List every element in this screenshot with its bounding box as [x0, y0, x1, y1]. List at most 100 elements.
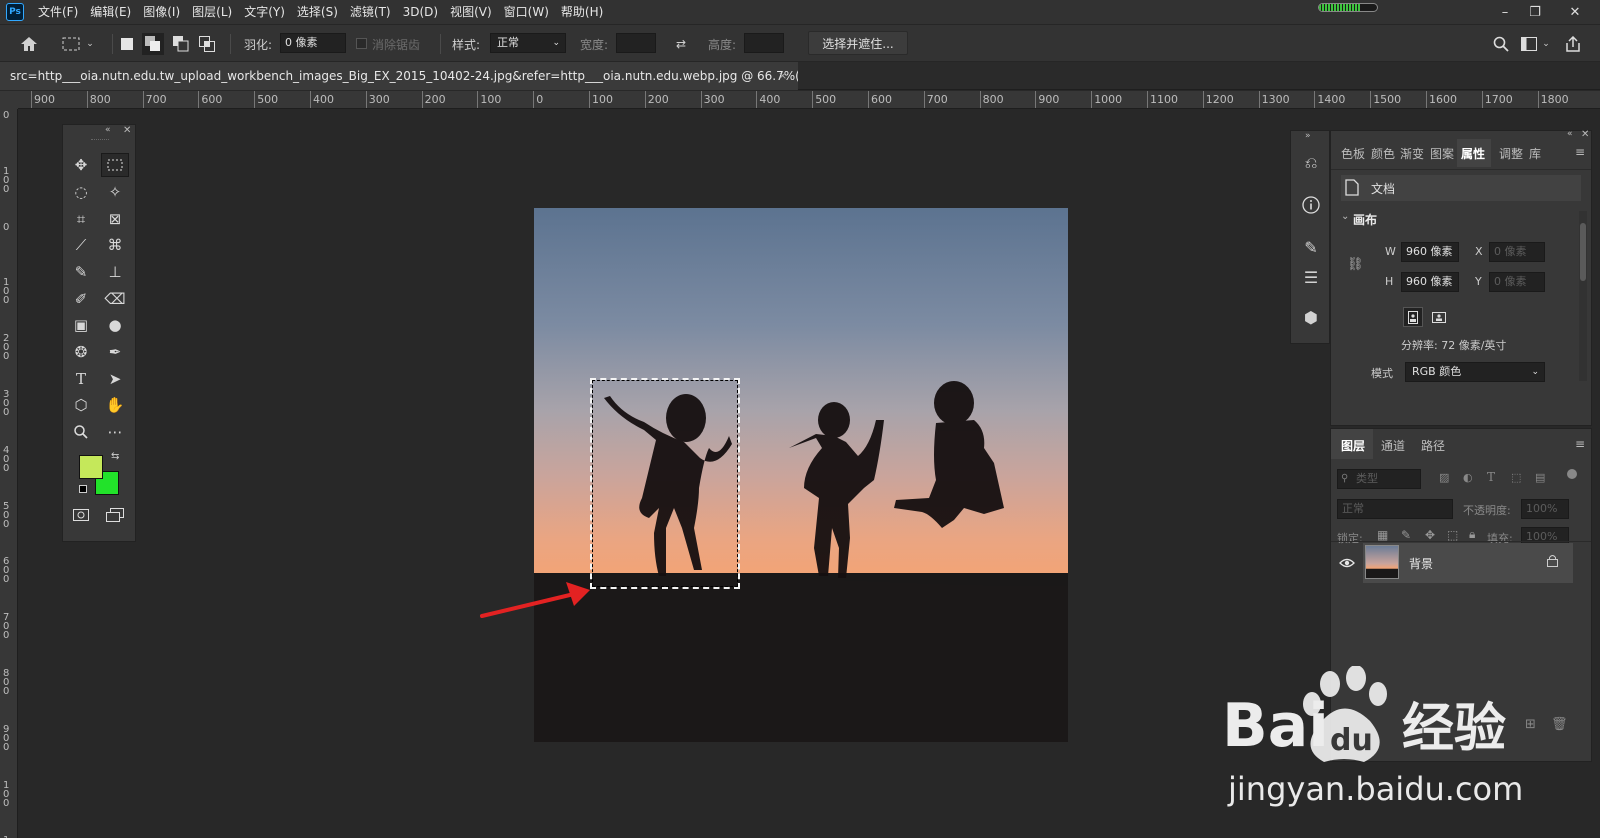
width-input[interactable] — [616, 33, 656, 53]
tab-swatches[interactable]: 色板 — [1341, 145, 1365, 162]
y-field[interactable]: 0 像素 — [1489, 272, 1545, 292]
height-field[interactable]: 960 像素 — [1401, 272, 1459, 292]
filter-pixel-icon[interactable]: ▨ — [1439, 471, 1449, 484]
lasso-tool-icon[interactable]: ◌ — [67, 180, 95, 204]
close-panel-icon[interactable]: ✕ — [1581, 129, 1589, 140]
lock-pixels-icon[interactable]: ✎ — [1401, 528, 1411, 542]
subtract-selection-icon[interactable] — [170, 33, 192, 55]
rect-marquee-icon[interactable] — [60, 33, 82, 55]
antialias-checkbox[interactable] — [356, 38, 367, 49]
panel-menu-icon[interactable]: ≡ — [1575, 437, 1585, 451]
menu-select[interactable]: 选择(S) — [291, 0, 344, 24]
x-field[interactable]: 0 像素 — [1489, 242, 1545, 262]
chevron-down-icon[interactable]: ⌄ — [1540, 33, 1552, 55]
swap-icon[interactable]: ⇄ — [670, 33, 692, 55]
menu-layer[interactable]: 图层(L) — [186, 0, 238, 24]
menu-type[interactable]: 文字(Y) — [238, 0, 291, 24]
filter-type-icon[interactable]: T — [1487, 470, 1495, 484]
menu-image[interactable]: 图像(I) — [137, 0, 186, 24]
close-panel-icon[interactable]: ✕ — [123, 125, 131, 136]
landscape-orientation-icon[interactable] — [1429, 307, 1449, 327]
dodge-tool-icon[interactable]: ❂ — [67, 340, 95, 364]
pen-tool-icon[interactable]: ✒ — [101, 340, 129, 364]
tab-channels[interactable]: 通道 — [1381, 437, 1405, 454]
home-icon[interactable] — [18, 33, 40, 55]
frame-tool-icon[interactable]: ⊠ — [101, 207, 129, 231]
menu-filter[interactable]: 滤镜(T) — [344, 0, 397, 24]
quick-mask-icon[interactable] — [67, 503, 95, 527]
minimize-icon[interactable]: – — [1490, 0, 1520, 24]
more-tools-icon[interactable]: ⋯ — [101, 420, 129, 444]
lock-all-icon[interactable]: 🔒︎ — [1469, 527, 1475, 542]
hand-tool-icon[interactable]: ✋ — [101, 393, 129, 417]
width-field[interactable]: 960 像素 — [1401, 242, 1459, 262]
eraser-tool-icon[interactable]: ⌫ — [101, 287, 129, 311]
blur-tool-icon[interactable]: ● — [101, 313, 129, 337]
intersect-selection-icon[interactable] — [196, 33, 218, 55]
healing-brush-tool-icon[interactable]: ⌘ — [101, 233, 129, 257]
style-select[interactable]: 正常 ⌄ — [490, 33, 566, 53]
height-input[interactable] — [744, 33, 784, 53]
opacity-field[interactable]: 100% — [1521, 499, 1569, 519]
chevron-down-icon[interactable]: ⌄ — [84, 33, 96, 55]
filter-shape-icon[interactable]: ⬚ — [1511, 471, 1521, 484]
lock-transparent-icon[interactable]: ▦ — [1377, 528, 1388, 542]
add-selection-icon[interactable] — [142, 33, 164, 55]
filter-toggle-icon[interactable] — [1567, 469, 1577, 479]
tab-color[interactable]: 颜色 — [1371, 145, 1395, 162]
menu-edit[interactable]: 编辑(E) — [84, 0, 137, 24]
gradient-tool-icon[interactable]: ▣ — [67, 313, 95, 337]
zoom-tool-icon[interactable] — [67, 420, 95, 444]
collapse-panel-icon[interactable]: « — [1567, 129, 1573, 139]
tab-properties[interactable]: 属性 — [1461, 145, 1485, 162]
portrait-orientation-icon[interactable] — [1403, 307, 1423, 327]
layer-filter-select[interactable]: 类型 — [1337, 469, 1421, 489]
close-tab-icon[interactable]: × — [778, 69, 787, 82]
lock-artboard-icon[interactable]: ⬚ — [1447, 528, 1458, 542]
chevron-down-icon[interactable]: ⌄ — [1341, 211, 1349, 222]
collapse-panel-icon[interactable]: « — [105, 125, 111, 135]
rect-marquee-tool-icon[interactable] — [101, 153, 129, 177]
tab-patterns[interactable]: 图案 — [1430, 145, 1454, 162]
menu-3d[interactable]: 3D(D) — [397, 0, 444, 24]
layer-row-background[interactable]: 背景 — [1363, 543, 1573, 583]
menu-view[interactable]: 视图(V) — [444, 0, 498, 24]
select-and-mask-button[interactable]: 选择并遮住... — [808, 31, 908, 55]
feather-input[interactable]: 0 像素 — [280, 33, 346, 53]
tab-libraries[interactable]: 库 — [1529, 145, 1541, 162]
3d-cube-icon[interactable]: ⬢ — [1297, 303, 1325, 331]
magic-wand-tool-icon[interactable]: ✧ — [101, 180, 129, 204]
move-tool-icon[interactable]: ✥ — [67, 153, 95, 177]
panel-menu-icon[interactable]: ≡ — [1575, 145, 1585, 159]
type-tool-icon[interactable]: T — [67, 367, 95, 391]
expand-panels-icon[interactable]: » — [1305, 131, 1311, 141]
search-icon[interactable] — [1490, 33, 1512, 55]
tab-gradients[interactable]: 渐变 — [1400, 145, 1424, 162]
screen-mode-icon[interactable] — [101, 503, 129, 527]
crop-tool-icon[interactable]: ⌗ — [67, 207, 95, 231]
brush-tool-icon[interactable]: ✎ — [67, 260, 95, 284]
path-selection-tool-icon[interactable]: ➤ — [101, 367, 129, 391]
close-icon[interactable]: ✕ — [1560, 0, 1590, 24]
brush-settings-icon[interactable]: ✎ — [1297, 233, 1325, 261]
blend-mode-select[interactable]: 正常 — [1337, 499, 1453, 519]
filter-smart-object-icon[interactable]: ▤ — [1535, 471, 1545, 484]
workspace-icon[interactable] — [1518, 33, 1540, 55]
tab-layers[interactable]: 图层 — [1341, 437, 1365, 454]
delete-layer-icon[interactable]: 🗑︎ — [1551, 717, 1568, 732]
selection-marquee[interactable] — [590, 378, 740, 589]
shape-tool-icon[interactable]: ⬡ — [67, 393, 95, 417]
info-icon[interactable] — [1297, 191, 1325, 219]
tab-adjustments[interactable]: 调整 — [1499, 145, 1523, 162]
filter-adjustment-icon[interactable]: ◐ — [1463, 471, 1473, 484]
link-chain-icon[interactable]: ⛓ — [1347, 257, 1364, 272]
stamp-tool-icon[interactable]: ⊥ — [101, 260, 129, 284]
menu-help[interactable]: 帮助(H) — [555, 0, 609, 24]
default-colors-icon[interactable] — [79, 485, 87, 493]
swap-colors-icon[interactable]: ⇆ — [111, 451, 119, 462]
menu-window[interactable]: 窗口(W) — [498, 0, 555, 24]
eyedropper-tool-icon[interactable]: ⟋ — [67, 233, 95, 257]
visibility-eye-icon[interactable] — [1339, 557, 1355, 571]
adjustments-sliders-icon[interactable]: ☰ — [1297, 263, 1325, 291]
new-selection-icon[interactable] — [116, 33, 138, 55]
